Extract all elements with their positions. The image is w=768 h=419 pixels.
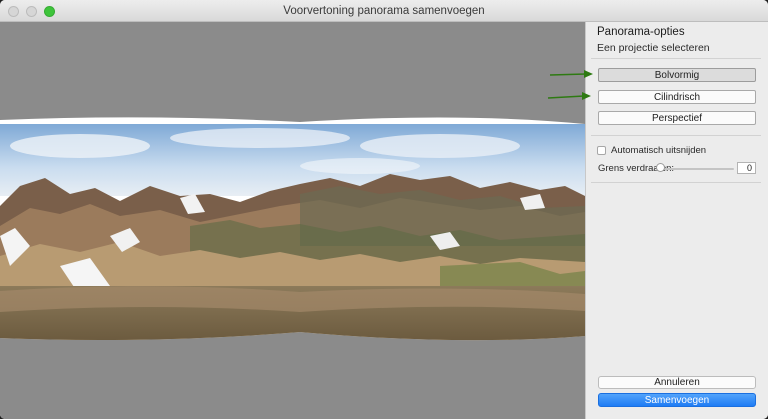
boundary-warp-slider-track[interactable] — [658, 168, 734, 170]
panorama-merge-window: Voorvertoning panorama samenvoegen Panor… — [0, 0, 768, 419]
minimize-window-button[interactable] — [26, 6, 37, 17]
close-window-button[interactable] — [8, 6, 19, 17]
title-bar: Voorvertoning panorama samenvoegen — [0, 0, 768, 22]
panorama-preview-image — [0, 117, 585, 341]
annotation-arrow-bolvormig — [549, 70, 593, 78]
merge-button[interactable]: Samenvoegen — [598, 393, 756, 407]
boundary-warp-value-field[interactable]: 0 — [737, 162, 756, 174]
divider — [591, 135, 761, 136]
auto-crop-checkbox[interactable] — [597, 146, 606, 155]
divider — [591, 182, 761, 183]
cancel-button[interactable]: Annuleren — [598, 376, 756, 389]
auto-crop-label: Automatisch uitsnijden — [611, 145, 707, 156]
auto-crop-option[interactable]: Automatisch uitsnijden — [597, 145, 706, 156]
boundary-warp-control: Grens verdraaien: 0 — [598, 162, 758, 176]
window-title: Voorvertoning panorama samenvoegen — [283, 4, 485, 17]
panorama-options-panel: Panorama-opties Een projectie selecteren… — [585, 22, 768, 419]
projection-heading: Een projectie selecteren — [597, 42, 710, 54]
panel-title: Panorama-opties — [597, 26, 685, 38]
panorama-preview-area — [0, 22, 585, 419]
window-controls — [8, 6, 55, 17]
zoom-window-button[interactable] — [44, 6, 55, 17]
divider — [591, 58, 761, 59]
projection-bolvormig-button[interactable]: Bolvormig — [598, 68, 756, 82]
projection-perspectief-button[interactable]: Perspectief — [598, 111, 756, 125]
projection-cilindrisch-button[interactable]: Cilindrisch — [598, 90, 756, 104]
boundary-warp-slider-thumb[interactable] — [656, 163, 665, 172]
annotation-arrow-cilindrisch — [547, 92, 591, 100]
